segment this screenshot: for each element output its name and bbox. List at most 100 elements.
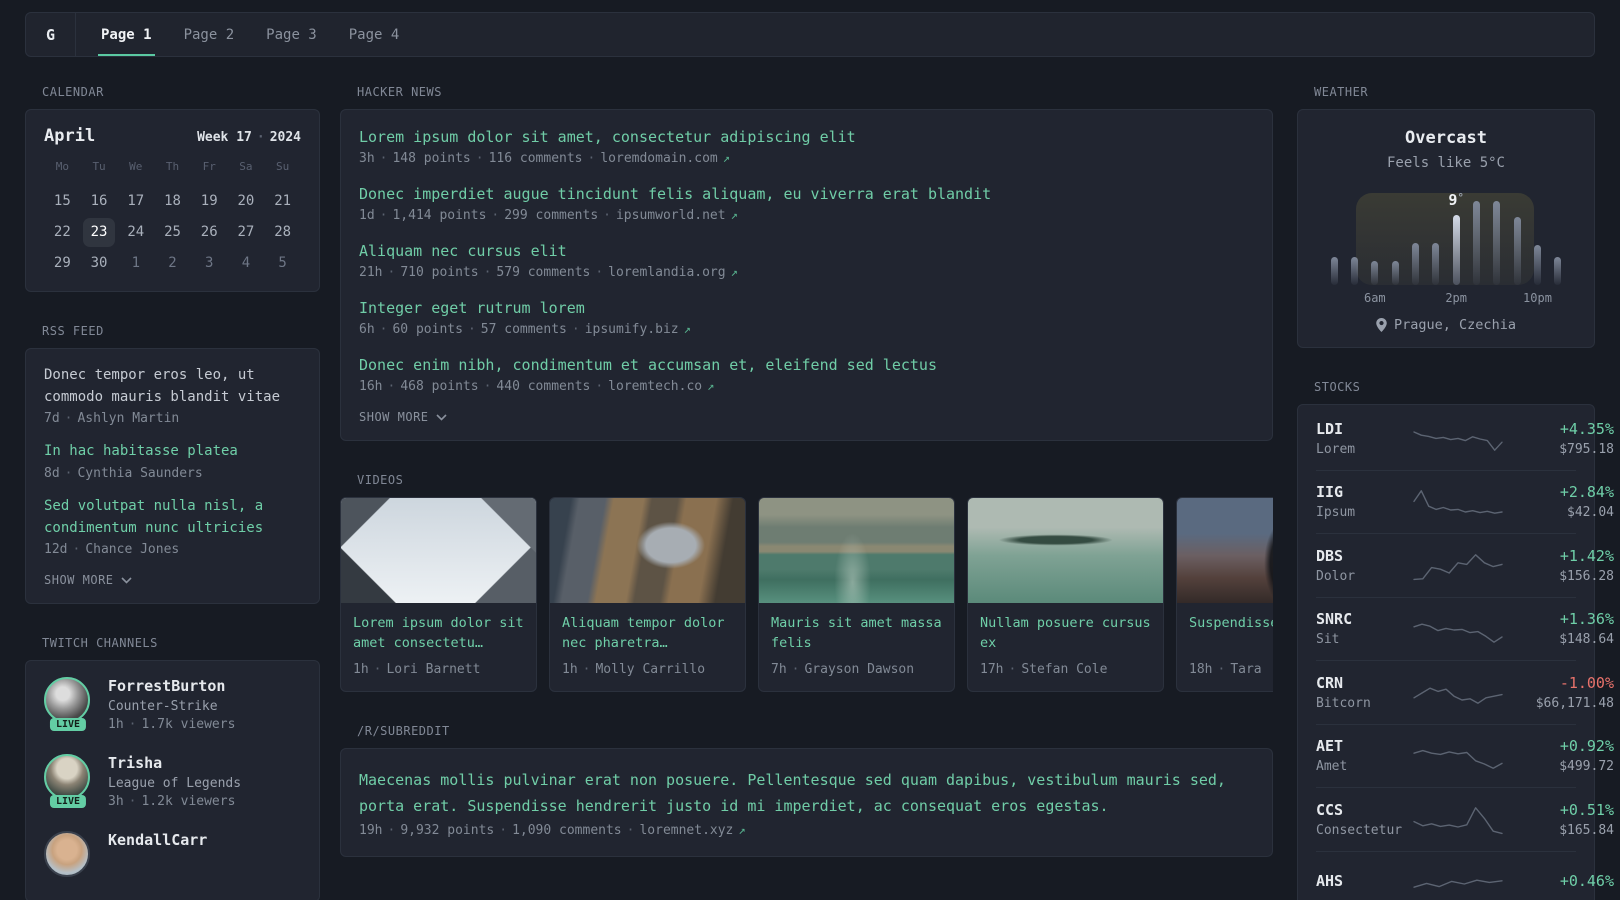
external-link-icon	[726, 265, 738, 280]
stock-row[interactable]: CCS Consectetur +0.51% $165.84	[1316, 788, 1614, 852]
calendar-day: 4	[241, 255, 251, 271]
video-card[interactable]: Lorem ipsum dolor sit amet consectetu… 1…	[340, 497, 537, 692]
page-tabs: Page 1 Page 2 Page 3 Page 4	[98, 13, 402, 56]
stock-row[interactable]: AHS +0.46%	[1316, 852, 1614, 900]
stocks-widget: STOCKS LDI Lorem +4.35% $795.18 IIG Ipsum +…	[1297, 380, 1614, 900]
stock-symbol: SNRC	[1316, 610, 1353, 629]
weather-widget: WEATHER Overcast Feels like 5°C 6am 2pm 10…	[1297, 85, 1595, 348]
calendar-day: 19	[200, 193, 218, 209]
stock-name: Bitcorn	[1316, 695, 1371, 711]
twitch-channel-row[interactable]: LIVE Trisha League of Legends 3h1.2k vie…	[44, 754, 301, 809]
hn-item-title[interactable]: Donec imperdiet augue tincidunt felis al…	[359, 185, 1254, 203]
video-thumbnail[interactable]	[341, 498, 536, 603]
video-title[interactable]: Mauris sit amet massa felis	[771, 613, 942, 654]
video-card[interactable]: Aliquam tempor dolor nec pharetra… 1hMol…	[549, 497, 746, 692]
video-card[interactable]: Suspendisse diam 18hTara	[1176, 497, 1273, 692]
video-thumbnail[interactable]	[968, 498, 1163, 603]
video-card[interactable]: Mauris sit amet massa felis 7hGrayson Da…	[758, 497, 955, 692]
calendar-day-selected: 23	[81, 217, 118, 248]
rss-item: Sed volutpat nulla nisl, a condimentum n…	[44, 496, 301, 557]
rss-item-title[interactable]: In hac habitasse platea	[44, 441, 301, 463]
calendar-day: 5	[278, 255, 287, 271]
stock-row[interactable]: DBS Dolor +1.42% $156.28	[1316, 534, 1614, 598]
top-navigation-bar: G Page 1 Page 2 Page 3 Page 4	[25, 12, 1595, 57]
hn-item: Integer eget rutrum lorem 6h60 points57 …	[359, 299, 1254, 337]
weather-bar	[1493, 201, 1501, 285]
tab-page-4[interactable]: Page 4	[346, 13, 403, 56]
hn-show-more-button[interactable]: SHOW MORE	[359, 410, 1254, 424]
live-badge: LIVE	[49, 718, 87, 732]
stock-row[interactable]: SNRC Sit +1.36% $148.64	[1316, 598, 1614, 661]
hn-item-domain-link[interactable]: ipsumify.biz	[585, 322, 691, 337]
twitch-channel-row[interactable]: KendallCarr	[44, 831, 301, 885]
channel-avatar[interactable]	[44, 677, 90, 724]
weekday-label: Sa	[239, 160, 253, 173]
tab-page-2[interactable]: Page 2	[181, 13, 238, 56]
hn-item: Donec enim nibh, condimentum et accumsan…	[359, 356, 1254, 394]
weather-feels-like: Feels like 5°C	[1386, 155, 1505, 171]
dashboard: G Page 1 Page 2 Page 3 Page 4 CALENDAR A…	[0, 0, 1620, 900]
calendar-day: 22	[53, 224, 71, 240]
stock-change: +0.51%	[1559, 800, 1614, 819]
weather-bar	[1533, 245, 1541, 285]
tab-page-3[interactable]: Page 3	[263, 13, 320, 56]
videos-widget: VIDEOS Lorem ipsum dolor sit amet consec…	[340, 473, 1273, 692]
channel-game: Counter-Strike	[108, 699, 218, 715]
middle-column: HACKER NEWS Lorem ipsum dolor sit amet, …	[340, 85, 1273, 900]
hn-item-domain-link[interactable]: loremdomain.com	[600, 151, 730, 166]
weather-hour-label: 10pm	[1523, 291, 1552, 305]
twitch-widget: TWITCH CHANNELS LIVE ForrestBurton Count…	[25, 636, 320, 900]
stock-row[interactable]: AET Amet +0.92% $499.72	[1316, 725, 1614, 788]
stock-price: $66,171.48	[1535, 695, 1614, 711]
video-title[interactable]: Lorem ipsum dolor sit amet consectetu…	[353, 613, 524, 654]
hn-item-title[interactable]: Lorem ipsum dolor sit amet, consectetur …	[359, 128, 1254, 146]
hn-item-title[interactable]: Integer eget rutrum lorem	[359, 299, 1254, 317]
video-title[interactable]: Nullam posuere cursus ex	[980, 613, 1151, 654]
video-card[interactable]: Nullam posuere cursus ex 17hStefan Cole	[967, 497, 1164, 692]
reddit-post-domain-link[interactable]: loremnet.xyz	[639, 823, 745, 838]
hn-item-title[interactable]: Aliquam nec cursus elit	[359, 242, 1254, 260]
video-thumbnail[interactable]	[759, 498, 954, 603]
location-pin-icon	[1376, 318, 1387, 332]
video-thumbnail[interactable]	[550, 498, 745, 603]
channel-name[interactable]: Trisha	[108, 754, 241, 772]
stock-change: +0.46%	[1559, 872, 1614, 891]
external-link-icon	[679, 322, 691, 337]
live-badge: LIVE	[49, 795, 87, 809]
rss-widget: RSS FEED Donec tempor eros leo, ut commo…	[25, 324, 320, 605]
stock-symbol: CCS	[1316, 800, 1344, 819]
tab-page-1[interactable]: Page 1	[98, 13, 155, 56]
weather-forecast-chart: 6am 2pm 10pm 9°	[1324, 183, 1568, 305]
stock-row[interactable]: CRN Bitcorn -1.00% $66,171.48	[1316, 661, 1614, 725]
weather-section-label: WEATHER	[1314, 85, 1369, 99]
hn-item-domain-link[interactable]: loremtech.co	[608, 379, 714, 394]
video-title[interactable]: Suspendisse diam	[1189, 613, 1273, 654]
channel-game: League of Legends	[108, 776, 242, 792]
hacker-news-section-label: HACKER NEWS	[357, 85, 442, 99]
rss-item-title[interactable]: Sed volutpat nulla nisl, a condimentum n…	[44, 496, 301, 539]
twitch-channel-row[interactable]: LIVE ForrestBurton Counter-Strike 1h1.7k…	[44, 677, 301, 732]
stock-name: Ipsum	[1316, 505, 1356, 521]
hn-item-domain-link[interactable]: ipsumworld.net	[616, 208, 738, 223]
hn-item-domain-link[interactable]: loremlandia.org	[608, 265, 738, 280]
reddit-post-title[interactable]: Maecenas mollis pulvinar erat non posuer…	[359, 767, 1254, 820]
rss-item-title[interactable]: Donec tempor eros leo, ut commodo mauris…	[44, 365, 301, 408]
rss-show-more-button[interactable]: SHOW MORE	[44, 573, 301, 587]
channel-avatar[interactable]	[44, 831, 90, 878]
video-meta: 7hGrayson Dawson	[771, 662, 942, 677]
stock-change: -1.00%	[1559, 673, 1614, 692]
hacker-news-widget: HACKER NEWS Lorem ipsum dolor sit amet, …	[340, 85, 1273, 441]
right-column: WEATHER Overcast Feels like 5°C 6am 2pm 10…	[1297, 85, 1614, 900]
video-thumbnail[interactable]	[1177, 498, 1273, 603]
stock-row[interactable]: IIG Ipsum +2.84% $42.04	[1316, 471, 1614, 534]
channel-name[interactable]: KendallCarr	[108, 831, 207, 849]
calendar-day: 27	[237, 224, 255, 240]
channel-avatar[interactable]	[44, 754, 90, 801]
channel-name[interactable]: ForrestBurton	[108, 677, 235, 695]
stock-row[interactable]: LDI Lorem +4.35% $795.18	[1316, 407, 1614, 471]
hn-item-title[interactable]: Donec enim nibh, condimentum et accumsan…	[359, 356, 1254, 374]
video-title[interactable]: Aliquam tempor dolor nec pharetra…	[562, 613, 733, 654]
external-link-icon	[733, 823, 745, 838]
stock-name: Lorem	[1316, 441, 1356, 457]
stock-sparkline	[1413, 807, 1503, 835]
